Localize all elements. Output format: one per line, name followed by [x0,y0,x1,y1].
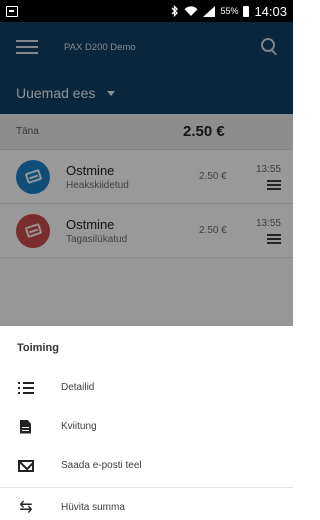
refund-icon: ⇆ [19,498,33,516]
action-receipt[interactable]: Kviitung [0,407,293,446]
signal-icon [203,5,216,17]
list-icon [18,381,34,394]
action-sheet: Toiming Detailid Kviitung Saada e-posti … [0,326,293,520]
battery-percent: 55% [220,6,239,16]
action-refund[interactable]: ⇆ Hüvita summa [0,488,293,520]
action-details[interactable]: Detailid [0,368,293,407]
notification-icon [6,5,18,17]
action-label: Detailid [61,382,95,393]
scrim-overlay[interactable] [0,22,293,326]
receipt-icon [20,419,31,434]
battery-icon [243,5,250,17]
bluetooth-icon [171,5,179,17]
action-label: Saada e-posti teel [61,460,142,471]
email-icon [18,459,34,472]
sheet-title: Toiming [17,342,59,354]
action-send-email[interactable]: Saada e-posti teel [0,446,293,485]
action-label: Hüvita summa [61,502,125,513]
status-bar: 55% 14:03 [0,0,293,22]
action-label: Kviitung [61,421,97,432]
wifi-icon [184,5,198,16]
clock: 14:03 [254,3,287,19]
